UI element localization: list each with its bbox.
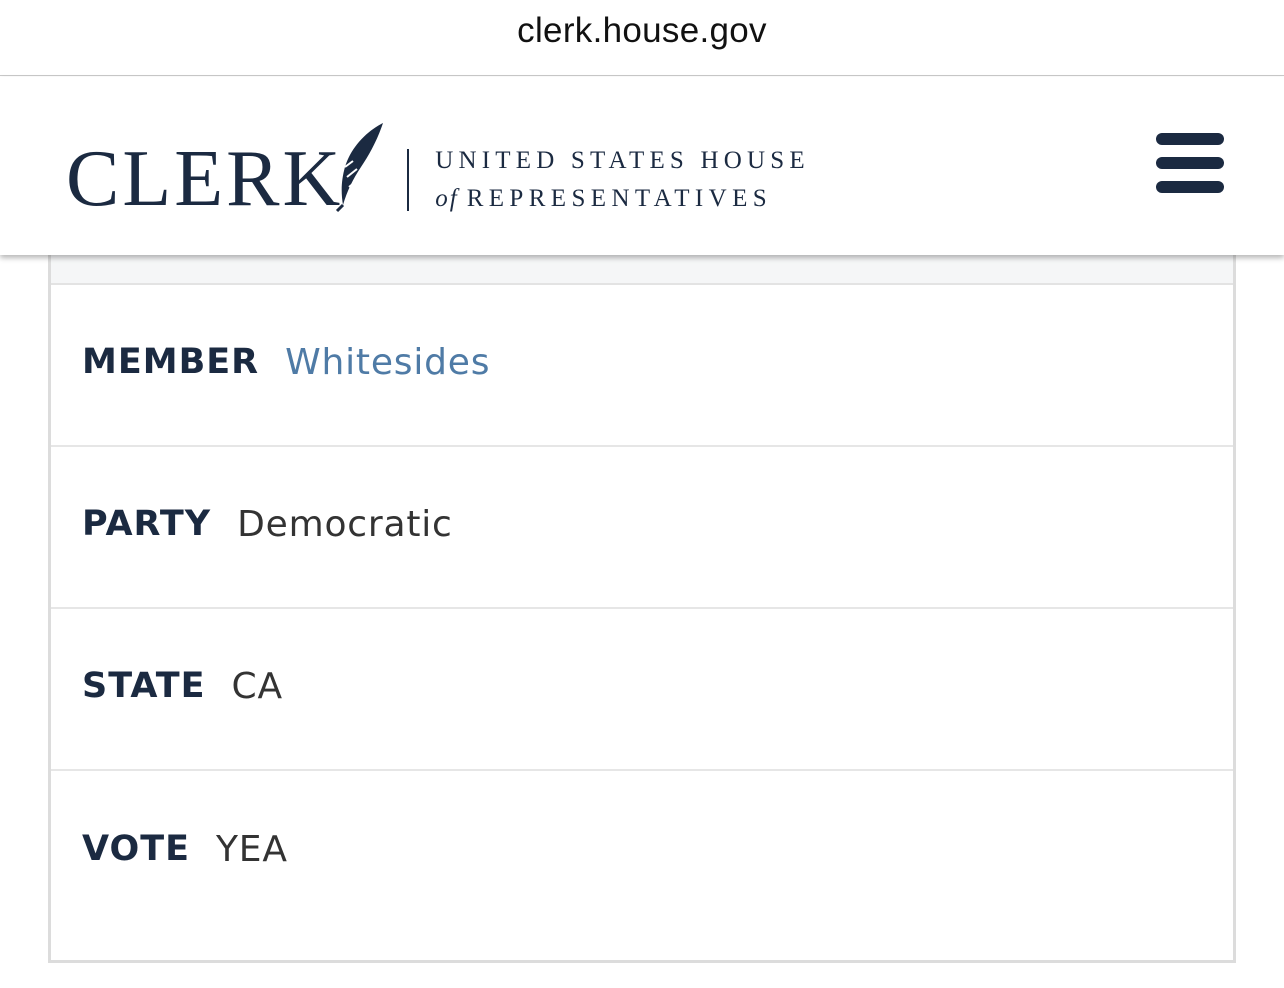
state-value: CA <box>231 665 283 707</box>
menu-bar-top <box>1156 133 1224 145</box>
logo-divider <box>407 149 410 211</box>
vote-value: YEA <box>216 828 288 870</box>
state-row: STATE CA <box>51 609 1233 771</box>
browser-address-bar[interactable]: clerk.house.gov <box>0 0 1284 76</box>
member-label: MEMBER <box>82 342 260 382</box>
party-value: Democratic <box>237 503 453 545</box>
member-row: MEMBER Whitesides <box>51 285 1233 447</box>
menu-bar-middle <box>1156 157 1224 169</box>
logo-line-2: of REPRESENTATIVES <box>435 185 810 213</box>
state-label: STATE <box>82 666 206 706</box>
vote-label: VOTE <box>82 829 191 869</box>
vote-row: VOTE YEA <box>51 771 1233 933</box>
url-text[interactable]: clerk.house.gov <box>517 11 767 51</box>
quill-icon <box>336 123 384 213</box>
logo-line-2-text: REPRESENTATIVES <box>466 185 773 212</box>
logo-subtitle: UNITED STATES HOUSE of REPRESENTATIVES <box>435 147 810 213</box>
site-header: CLERK UNITED STATES HOUSE of REPRESENTATI… <box>0 77 1284 255</box>
member-name-link[interactable]: Whitesides <box>285 342 490 383</box>
logo-wordmark: CLERK <box>66 135 344 223</box>
card-header-strip <box>51 255 1233 285</box>
vote-record-card: MEMBER Whitesides PARTY Democratic STATE… <box>48 255 1236 963</box>
menu-bar-bottom <box>1156 181 1224 193</box>
party-label: PARTY <box>82 504 212 544</box>
party-row: PARTY Democratic <box>51 447 1233 609</box>
logo-line-1: UNITED STATES HOUSE <box>435 147 810 174</box>
logo-line-2-prefix: of <box>435 185 459 212</box>
clerk-logo[interactable]: CLERK UNITED STATES HOUSE of REPRESENTATI… <box>66 121 810 219</box>
hamburger-menu-icon[interactable] <box>1156 133 1224 197</box>
